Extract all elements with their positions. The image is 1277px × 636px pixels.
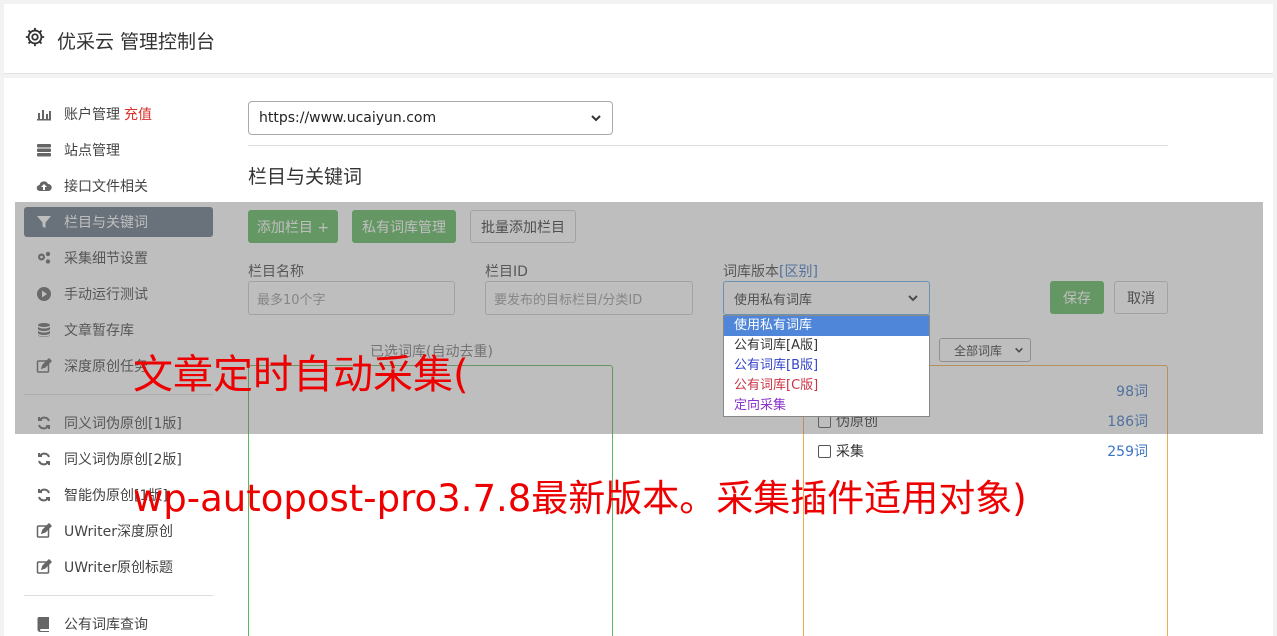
sidebar-item-label: 站点管理: [64, 143, 120, 159]
sidebar-item-interface[interactable]: 接口文件相关: [24, 171, 213, 201]
server-icon: [24, 142, 64, 158]
word-count: 259词: [1107, 444, 1148, 460]
page-title: 栏目与关键词: [248, 166, 363, 188]
version-option[interactable]: 公有词库[C版]: [724, 376, 929, 396]
gear-icon: [25, 27, 45, 47]
version-option[interactable]: 使用私有词库: [724, 316, 929, 336]
sidebar-item-label: UWriter深度原创: [64, 524, 173, 540]
chevron-down-icon: [591, 115, 601, 122]
sidebar-item-uwriter-title[interactable]: UWriter原创标题: [24, 552, 213, 582]
library-version-dropdown: 使用私有词库 公有词库[A版] 公有词库[B版] 公有词库[C版] 定向采集: [723, 315, 930, 417]
app-title: 优采云 管理控制台: [57, 31, 216, 53]
site-select-value: https://www.ucaiyun.com: [259, 110, 437, 126]
library-checkbox[interactable]: [818, 444, 831, 458]
recharge-link[interactable]: 充值: [124, 104, 152, 124]
header-bar: 优采云 管理控制台: [4, 4, 1273, 74]
edit-icon: [24, 523, 64, 539]
cloud-upload-icon: [24, 178, 64, 194]
book-icon: [24, 616, 64, 632]
sidebar-item-public-lib-query[interactable]: 公有词库查询: [24, 609, 213, 636]
sidebar-item-label: 同义词伪原创[2版]: [64, 452, 182, 468]
library-row[interactable]: 采集 259词: [818, 441, 1148, 461]
version-option[interactable]: 公有词库[B版]: [724, 356, 929, 376]
sidebar-item-label: UWriter原创标题: [64, 560, 173, 576]
site-select[interactable]: https://www.ucaiyun.com: [248, 101, 613, 135]
sidebar-item-account[interactable]: 账户管理 充值: [24, 99, 213, 129]
version-option[interactable]: 定向采集: [724, 396, 929, 416]
refresh-icon: [24, 487, 64, 503]
sidebar-divider: [24, 595, 213, 596]
sidebar-item-label: 公有词库查询: [64, 617, 148, 633]
edit-icon: [24, 559, 64, 575]
sidebar-item-sites[interactable]: 站点管理: [24, 135, 213, 165]
refresh-icon: [24, 451, 64, 467]
sidebar-item-label: 账户管理: [64, 107, 120, 123]
divider: [248, 145, 1168, 146]
bar-chart-icon: [24, 106, 64, 122]
overlay-text-line2: wp-autopost-pro3.7.8最新版本。采集插件适用对象): [133, 477, 1027, 520]
library-label: 采集: [836, 444, 864, 460]
version-option[interactable]: 公有词库[A版]: [724, 336, 929, 356]
overlay-text-line1: 文章定时自动采集(: [133, 352, 469, 398]
sidebar-item-label: 接口文件相关: [64, 179, 148, 195]
